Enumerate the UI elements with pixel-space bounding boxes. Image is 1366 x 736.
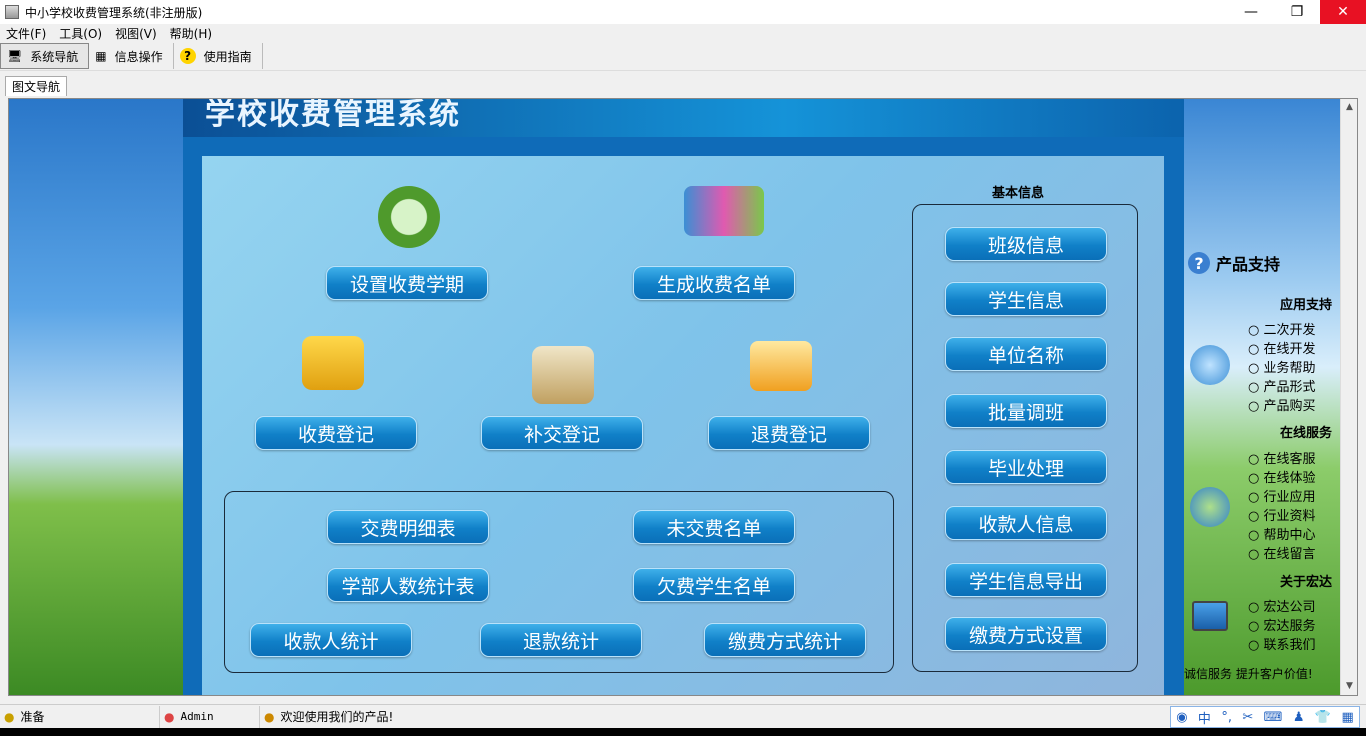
payee-info-button[interactable]: 收款人信息 — [945, 506, 1107, 540]
app-icon — [5, 5, 19, 19]
link-service[interactable]: ○ 宏达服务 — [1248, 615, 1316, 634]
tools-icon[interactable]: ✂ — [1242, 710, 1253, 725]
punct-icon[interactable]: °, — [1221, 710, 1232, 725]
user-guide-button[interactable]: ? 使用指南 — [174, 43, 263, 69]
graphic-nav-view: 学校收费管理系统 设置收费学期 生成收费名单 收费登记 补交登记 退费登记 交费… — [8, 98, 1358, 696]
unpaid-list-button[interactable]: 未交费名单 — [633, 510, 795, 544]
alarm-clock-icon — [378, 186, 440, 248]
graduation-button[interactable]: 毕业处理 — [945, 450, 1107, 484]
coins-laptop-icon — [302, 336, 364, 390]
monitor-icon: 🖥 — [7, 49, 23, 63]
notebook-pen-icon — [750, 341, 812, 391]
system-nav-button[interactable]: 🖥 系统导航 — [0, 43, 90, 69]
payment-method-button[interactable]: 缴费方式设置 — [945, 617, 1107, 651]
app-support-heading: 应用支持 — [1280, 298, 1333, 313]
status-user: ● Admin — [160, 705, 260, 728]
class-info-button[interactable]: 班级信息 — [945, 227, 1107, 261]
ime-logo-icon: ◉ — [1176, 709, 1188, 725]
student-export-button[interactable]: 学生信息导出 — [945, 563, 1107, 597]
fee-register-button[interactable]: 收费登记 — [255, 416, 417, 450]
menu-file[interactable]: 文件(F) — [6, 25, 46, 42]
link-industry-docs[interactable]: ○ 行业资料 — [1248, 505, 1316, 524]
shirt-icon[interactable]: 👕 — [1315, 710, 1331, 725]
refund-stat-button[interactable]: 退款统计 — [480, 623, 642, 657]
help-icon: ? — [179, 48, 196, 64]
link-industry-app[interactable]: ○ 行业应用 — [1248, 486, 1316, 505]
toolbar: 🖥 系统导航 ▦ 信息操作 ? 使用指南 — [0, 42, 1366, 71]
link-message[interactable]: ○ 在线留言 — [1248, 543, 1316, 562]
link-online-cs[interactable]: ○ 在线客服 — [1248, 448, 1316, 467]
link-secondary-dev[interactable]: ○ 二次开发 — [1248, 319, 1316, 338]
info-ops-button[interactable]: ▦ 信息操作 — [89, 43, 174, 69]
computer-icon — [1192, 601, 1228, 631]
status-ready: ● 准备 — [0, 705, 160, 728]
link-online-dev[interactable]: ○ 在线开发 — [1248, 338, 1316, 357]
grid-icon: ▦ — [95, 49, 107, 63]
status-welcome: ● 欢迎使用我们的产品! — [264, 709, 394, 725]
menu-view[interactable]: 视图(V) — [115, 25, 157, 42]
link-help-center[interactable]: ○ 帮助中心 — [1248, 524, 1316, 543]
nav-panel: 设置收费学期 生成收费名单 收费登记 补交登记 退费登记 交费明细表 未交费名单… — [202, 156, 1164, 695]
link-product-form[interactable]: ○ 产品形式 — [1248, 376, 1316, 395]
batch-transfer-button[interactable]: 批量调班 — [945, 394, 1107, 428]
tab-graphic-nav[interactable]: 图文导航 — [5, 76, 68, 96]
window-title: 中小学校收费管理系统(非注册版) — [25, 5, 203, 20]
basic-info-box — [912, 204, 1138, 672]
banner: 学校收费管理系统 — [183, 99, 1184, 137]
keyboard-icon[interactable]: ⌨ — [1264, 710, 1283, 725]
menu-bar: 文件(F) 工具(O) 视图(V) 帮助(H) — [0, 24, 1366, 42]
method-stat-button[interactable]: 缴费方式统计 — [704, 623, 866, 657]
status-icon: ● — [4, 709, 15, 724]
link-business-help[interactable]: ○ 业务帮助 — [1248, 357, 1316, 376]
payment-detail-button[interactable]: 交费明细表 — [327, 510, 489, 544]
product-support-title: ? 产品支持 — [1188, 251, 1280, 275]
grid-menu-icon[interactable]: ▦ — [1341, 710, 1353, 725]
arrow-icon — [1190, 345, 1230, 385]
owe-list-button[interactable]: 欠费学生名单 — [633, 568, 795, 602]
payee-stat-button[interactable]: 收款人统计 — [250, 623, 412, 657]
link-product-buy[interactable]: ○ 产品购买 — [1248, 395, 1316, 414]
main-nav-area: 学校收费管理系统 设置收费学期 生成收费名单 收费登记 补交登记 退费登记 交费… — [183, 99, 1184, 695]
user-icon[interactable]: ♟ — [1293, 710, 1305, 725]
link-online-trial[interactable]: ○ 在线体验 — [1248, 467, 1316, 486]
right-support-panel: ? 产品支持 应用支持 ○ 二次开发 ○ 在线开发 ○ 业务帮助 ○ 产品形式 ○… — [1184, 99, 1342, 695]
menu-tools[interactable]: 工具(O) — [59, 25, 102, 42]
dept-count-button[interactable]: 学部人数统计表 — [327, 568, 489, 602]
ime-mode[interactable]: 中 — [1198, 708, 1211, 727]
generate-list-button[interactable]: 生成收费名单 — [633, 266, 795, 300]
question-icon: ? — [1188, 252, 1210, 274]
link-contact[interactable]: ○ 联系我们 — [1248, 634, 1316, 653]
title-bar: 中小学校收费管理系统(非注册版) — ❐ ✕ — [0, 0, 1366, 24]
vertical-scrollbar[interactable]: ▲ ▼ — [1340, 99, 1357, 695]
users-icon: ● — [264, 709, 275, 724]
left-scenery-image — [9, 99, 183, 695]
menu-help[interactable]: 帮助(H) — [170, 25, 212, 42]
online-service-heading: 在线服务 — [1280, 426, 1333, 441]
set-term-button[interactable]: 设置收费学期 — [326, 266, 488, 300]
makeup-register-button[interactable]: 补交登记 — [481, 416, 643, 450]
basic-info-title: 基本信息 — [992, 186, 1045, 201]
status-bar: ● 准备 ● Admin ● 欢迎使用我们的产品! ◉ 中 °, ✂ ⌨ ♟ 👕 ▦ — [0, 704, 1366, 728]
scroll-up-icon[interactable]: ▲ — [1341, 99, 1357, 116]
globe-icon — [1190, 487, 1230, 527]
maximize-button[interactable]: ❐ — [1274, 0, 1320, 24]
people-chart-icon — [684, 186, 764, 236]
scroll-document-icon — [532, 346, 594, 404]
banner-title: 学校收费管理系统 — [205, 98, 461, 132]
student-info-button[interactable]: 学生信息 — [945, 282, 1107, 316]
unit-name-button[interactable]: 单位名称 — [945, 337, 1107, 371]
slogan: 诚信服务 提升客户价值! — [1184, 667, 1313, 681]
ime-toolbar[interactable]: ◉ 中 °, ✂ ⌨ ♟ 👕 ▦ — [1170, 706, 1360, 728]
refund-register-button[interactable]: 退费登记 — [708, 416, 870, 450]
about-heading: 关于宏达 — [1280, 575, 1333, 590]
link-company[interactable]: ○ 宏达公司 — [1248, 596, 1316, 615]
scroll-down-icon[interactable]: ▼ — [1341, 678, 1357, 695]
taskbar-strip — [0, 728, 1366, 736]
close-button[interactable]: ✕ — [1320, 0, 1366, 24]
minimize-button[interactable]: — — [1228, 0, 1274, 24]
user-icon: ● — [164, 709, 175, 724]
